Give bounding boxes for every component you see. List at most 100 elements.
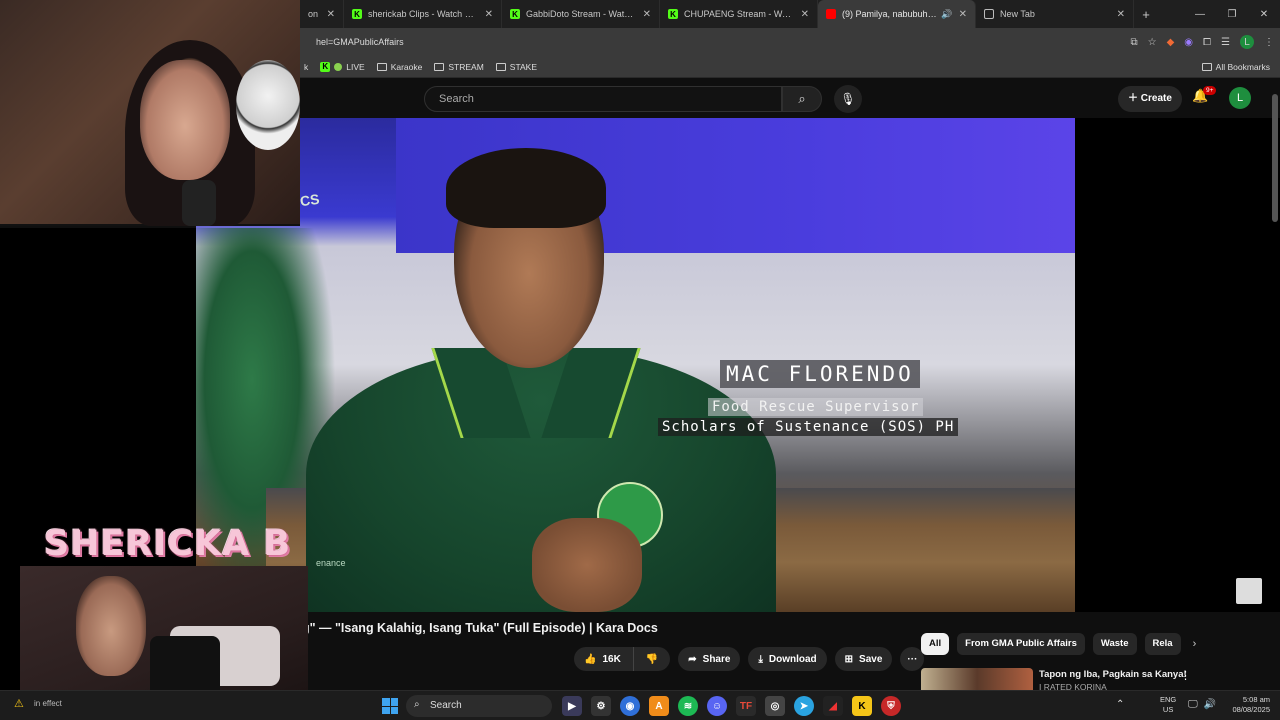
tab-youtube-active[interactable]: (9) Pamilya, nabubuhay lang 🔊 ✕: [818, 0, 976, 28]
video-title: g" — "Isang Kalahig, Isang Tuka" (Full E…: [302, 621, 658, 635]
save-button[interactable]: ⊞ Save: [834, 647, 893, 671]
obs-icon[interactable]: ◎: [765, 696, 785, 716]
bookmark-icon: ⊞: [844, 653, 854, 665]
bookmark-item[interactable]: k: [304, 62, 308, 72]
tab-gabbidoto[interactable]: K GabbiDoto Stream - Watch Live ✕: [502, 0, 660, 28]
tab-chupaeng[interactable]: K CHUPAENG Stream - Watch Live ✕: [660, 0, 818, 28]
bookmark-folder-stake[interactable]: STAKE: [495, 62, 537, 72]
close-icon[interactable]: ✕: [801, 9, 809, 20]
video-actions: 👍 16K 👎 ➦ Share ⤓ Download ⊞ Save ···: [574, 647, 925, 671]
like-button[interactable]: 👍 16K: [574, 647, 634, 671]
bookmark-live[interactable]: K LIVE: [320, 61, 365, 72]
telegram-icon[interactable]: ➤: [794, 696, 814, 716]
media-player-icon[interactable]: ▶: [562, 696, 582, 716]
close-icon[interactable]: ✕: [1117, 9, 1125, 20]
network-icon[interactable]: 🖵: [1188, 699, 1198, 710]
shield-icon[interactable]: ⛨: [881, 696, 901, 716]
webcam-overlay-top: [0, 0, 300, 226]
menu-kebab-icon[interactable]: ⋮: [1180, 669, 1191, 682]
app-capture-icon[interactable]: ◢: [823, 696, 843, 716]
tab-new-tab[interactable]: New Tab ✕: [976, 0, 1134, 28]
search-input[interactable]: Search: [424, 86, 782, 112]
tab-bar: on ✕ K sherickab Clips - Watch Live on ✕…: [300, 0, 1280, 28]
maximize-icon[interactable]: ❐: [1216, 9, 1248, 20]
system-tray: ⌃: [1116, 699, 1124, 710]
bookmark-label: LIVE: [346, 61, 365, 72]
tab-partial[interactable]: on ✕: [300, 0, 344, 28]
mini-thumbnail[interactable]: [1236, 578, 1262, 604]
extension-icon[interactable]: ◉: [1184, 37, 1193, 48]
scrollbar[interactable]: [1272, 94, 1278, 222]
close-icon[interactable]: ✕: [327, 9, 335, 20]
close-icon[interactable]: ✕: [643, 9, 651, 20]
windows-taskbar: ⚠ in effect ⌕ Search ▶ ⚙ ◉ A ≋ ☺ TF ◎ ➤ …: [0, 690, 1280, 720]
live-dot-icon: [334, 62, 343, 71]
kick-icon: K: [320, 61, 331, 72]
microphone-icon[interactable]: 🎙: [834, 85, 862, 113]
menu-kebab-icon[interactable]: ⋮: [1264, 37, 1274, 48]
chip-waste[interactable]: Waste: [1092, 633, 1137, 655]
close-icon[interactable]: ✕: [485, 9, 493, 20]
bookmark-folder-stream[interactable]: STREAM: [434, 62, 484, 72]
tab-label: on: [308, 9, 319, 19]
window-controls: — ❐ ✕: [1184, 9, 1280, 20]
app-k-icon[interactable]: K: [852, 696, 872, 716]
video-player[interactable]: CS enance MAC FLORENDO Food Rescue Super…: [196, 118, 1075, 612]
language-code: ENG: [1160, 695, 1177, 704]
clock[interactable]: 5:08 am 08/08/2025: [1226, 695, 1270, 715]
tab-label: sherickab Clips - Watch Live on: [368, 9, 479, 19]
dislike-button[interactable]: 👎: [633, 647, 671, 671]
share-button[interactable]: ➦ Share: [678, 647, 741, 671]
url-field[interactable]: hel=GMAPublicAffairs: [316, 37, 1130, 47]
settings-gear-icon[interactable]: ⚙: [591, 696, 611, 716]
windows-start-icon[interactable]: [382, 698, 398, 714]
bookmark-folder-karaoke[interactable]: Karaoke: [376, 62, 422, 72]
bookmark-star-icon[interactable]: ☆: [1148, 37, 1157, 48]
close-icon[interactable]: ✕: [959, 9, 967, 20]
chevron-up-icon[interactable]: ⌃: [1116, 699, 1124, 710]
close-window-icon[interactable]: ✕: [1248, 9, 1280, 20]
speaker-icon[interactable]: 🔊: [941, 9, 952, 20]
new-tab-button[interactable]: +: [1134, 7, 1158, 22]
extension-icon[interactable]: ◆: [1167, 37, 1175, 48]
app-tf-icon[interactable]: TF: [736, 696, 756, 716]
tray-icons: 🖵 🔊: [1188, 699, 1216, 710]
tab-label: (9) Pamilya, nabubuhay lang: [842, 9, 938, 19]
chip-from-channel[interactable]: From GMA Public Affairs: [957, 633, 1085, 655]
taskbar-search[interactable]: ⌕ Search: [406, 695, 552, 717]
microphone-prop: [182, 180, 216, 226]
recommended-thumbnail[interactable]: [921, 668, 1033, 690]
warning-icon[interactable]: ⚠: [14, 697, 24, 710]
download-icon: ⤓: [758, 653, 763, 665]
video-side-letterbox: [1075, 118, 1280, 612]
profile-avatar[interactable]: L: [1240, 35, 1254, 49]
puzzle-icon[interactable]: ⧠: [1203, 37, 1211, 48]
bookmark-label: All Bookmarks: [1215, 61, 1270, 72]
discord-icon[interactable]: ☺: [707, 696, 727, 716]
globe-icon: [984, 9, 994, 19]
volume-icon[interactable]: 🔊: [1204, 699, 1216, 710]
language-indicator[interactable]: ENG US: [1160, 695, 1176, 715]
create-button[interactable]: ＋ Create: [1118, 86, 1182, 112]
account-avatar[interactable]: L: [1229, 87, 1251, 109]
minimize-icon[interactable]: —: [1184, 9, 1216, 20]
share-label: Share: [702, 653, 731, 665]
recommended-title[interactable]: Tapon ng Iba, Pagkain sa Kanya!: [1039, 669, 1187, 680]
tab-sherickab-clips[interactable]: K sherickab Clips - Watch Live on ✕: [344, 0, 502, 28]
spotify-icon[interactable]: ≋: [678, 696, 698, 716]
youtube-icon: [826, 9, 836, 19]
chrome-icon[interactable]: ◉: [620, 696, 640, 716]
download-button[interactable]: ⤓ Download: [748, 647, 827, 671]
app-a-icon[interactable]: A: [649, 696, 669, 716]
chip-related[interactable]: Rela: [1144, 633, 1181, 655]
search-icon[interactable]: ⌕: [782, 86, 822, 112]
install-app-icon[interactable]: ⧉: [1130, 37, 1137, 48]
all-bookmarks-button[interactable]: All Bookmarks: [1201, 61, 1270, 72]
tab-label: CHUPAENG Stream - Watch Live: [684, 9, 795, 19]
reading-list-icon[interactable]: ☰: [1221, 37, 1230, 48]
person-hair: [446, 148, 606, 228]
chip-all[interactable]: All: [921, 633, 950, 655]
chevron-right-icon[interactable]: ›: [1193, 638, 1197, 650]
download-label: Download: [768, 653, 817, 665]
create-label: Create: [1140, 93, 1172, 104]
